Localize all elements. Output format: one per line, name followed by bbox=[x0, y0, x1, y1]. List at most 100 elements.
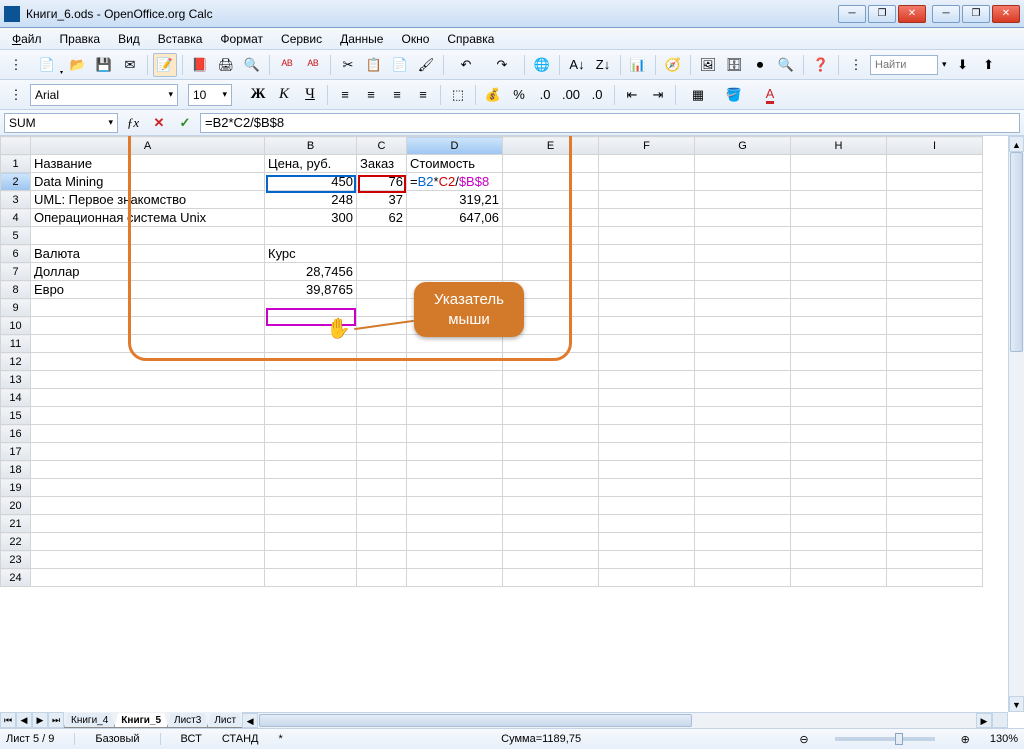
undo-button[interactable]: ↶ bbox=[449, 53, 483, 77]
status-std[interactable]: СТАНД bbox=[222, 733, 259, 745]
increase-indent-button[interactable]: ⇥ bbox=[646, 83, 670, 107]
zoom-out-button[interactable]: ⊖ bbox=[799, 733, 808, 746]
record-button[interactable]: ⏺ bbox=[748, 53, 772, 77]
menu-format[interactable]: Формат bbox=[212, 30, 271, 48]
paste-button[interactable]: 📄 bbox=[388, 53, 412, 77]
chart-button[interactable]: 📊 bbox=[626, 53, 650, 77]
accept-formula-button[interactable]: ✓ bbox=[174, 112, 196, 134]
help-button[interactable]: ❓ bbox=[809, 53, 833, 77]
cell[interactable]: 300 bbox=[265, 209, 357, 227]
align-center-button[interactable]: ≡ bbox=[359, 83, 383, 107]
row-header[interactable]: 1 bbox=[1, 155, 31, 173]
cell[interactable]: 248 bbox=[265, 191, 357, 209]
scroll-up-button[interactable]: ▲ bbox=[1009, 136, 1024, 152]
zoom-slider[interactable] bbox=[835, 737, 935, 741]
col-header-B[interactable]: B bbox=[265, 137, 357, 155]
new-button[interactable]: 📄▾ bbox=[30, 53, 64, 77]
navigator-button[interactable]: 🧭 bbox=[661, 53, 685, 77]
add-decimal-button[interactable]: .00 bbox=[559, 83, 583, 107]
cell-C2[interactable]: 76 bbox=[357, 173, 407, 191]
cell[interactable]: Стоимость bbox=[407, 155, 503, 173]
cancel-formula-button[interactable]: ✕ bbox=[148, 112, 170, 134]
sheet-tab[interactable]: Книги_4 bbox=[64, 713, 115, 728]
select-all-corner[interactable] bbox=[1, 137, 31, 155]
decrease-indent-button[interactable]: ⇤ bbox=[620, 83, 644, 107]
doc-close-button[interactable]: ✕ bbox=[992, 5, 1020, 23]
number-button[interactable]: .0 bbox=[533, 83, 557, 107]
fontcolor-button[interactable]: A bbox=[753, 83, 787, 107]
name-box[interactable]: SUM▾ bbox=[4, 113, 118, 133]
function-wizard-button[interactable]: ƒх bbox=[122, 112, 144, 134]
grid[interactable]: A B C D E F G H I 1 Название Цена, руб. … bbox=[0, 136, 983, 587]
cell[interactable]: Операционная система Unix bbox=[31, 209, 265, 227]
cut-button[interactable]: ✂ bbox=[336, 53, 360, 77]
cell[interactable]: 28,7456 bbox=[265, 263, 357, 281]
font-name-select[interactable]: Arial▾ bbox=[30, 84, 178, 106]
menu-tools[interactable]: Сервис bbox=[273, 30, 330, 48]
borders-button[interactable]: ▦ bbox=[681, 83, 715, 107]
menu-data[interactable]: Данные bbox=[332, 30, 391, 48]
cell[interactable]: Data Mining bbox=[31, 173, 265, 191]
doc-restore-button[interactable]: ❐ bbox=[962, 5, 990, 23]
zoom-in-button[interactable]: ⊕ bbox=[961, 733, 970, 746]
font-size-select[interactable]: 10▾ bbox=[188, 84, 232, 106]
vscroll-thumb[interactable] bbox=[1010, 152, 1023, 352]
datasources-button[interactable]: 🗄 bbox=[722, 53, 746, 77]
cell[interactable]: Евро bbox=[31, 281, 265, 299]
cell[interactable]: UML: Первое знакомство bbox=[31, 191, 265, 209]
cell[interactable]: 319,21 bbox=[407, 191, 503, 209]
sheet-tab[interactable]: Лист3 bbox=[167, 713, 208, 728]
menu-view[interactable]: Вид bbox=[110, 30, 148, 48]
col-header-F[interactable]: F bbox=[599, 137, 695, 155]
cell[interactable]: Доллар bbox=[31, 263, 265, 281]
cell[interactable]: 62 bbox=[357, 209, 407, 227]
percent-button[interactable]: % bbox=[507, 83, 531, 107]
find-next-button[interactable]: ⬇ bbox=[951, 53, 975, 77]
zoom-button[interactable]: 🔍 bbox=[774, 53, 798, 77]
cell[interactable]: Цена, руб. bbox=[265, 155, 357, 173]
currency-button[interactable]: 💰 bbox=[481, 83, 505, 107]
export-pdf-button[interactable]: 📕 bbox=[188, 53, 212, 77]
tab-prev-button[interactable]: ◀ bbox=[16, 712, 32, 728]
formula-input[interactable]: =B2*C2/$B$8 bbox=[200, 113, 1020, 133]
sheet-tab[interactable]: Лист bbox=[207, 713, 243, 728]
scroll-down-button[interactable]: ▼ bbox=[1009, 696, 1024, 712]
col-header-E[interactable]: E bbox=[503, 137, 599, 155]
merge-cells-button[interactable]: ⬚ bbox=[446, 83, 470, 107]
redo-button[interactable]: ↷ bbox=[485, 53, 519, 77]
restore-button[interactable]: ❐ bbox=[868, 5, 896, 23]
scroll-left-button[interactable]: ◀ bbox=[242, 713, 258, 728]
tab-next-button[interactable]: ▶ bbox=[32, 712, 48, 728]
remove-decimal-button[interactable]: .0 bbox=[585, 83, 609, 107]
cell[interactable]: 37 bbox=[357, 191, 407, 209]
vertical-scrollbar[interactable]: ▲ ▼ bbox=[1008, 136, 1024, 712]
col-header-C[interactable]: C bbox=[357, 137, 407, 155]
menu-help[interactable]: Справка bbox=[439, 30, 502, 48]
underline-button[interactable]: Ч bbox=[298, 83, 322, 107]
row-header[interactable]: 3 bbox=[1, 191, 31, 209]
horizontal-scrollbar[interactable]: ◀ ▶ bbox=[242, 712, 992, 728]
autospell-button[interactable]: ᴬᴮ bbox=[301, 53, 325, 77]
col-header-I[interactable]: I bbox=[887, 137, 983, 155]
status-ins[interactable]: ВСТ bbox=[181, 733, 202, 745]
menu-insert[interactable]: Вставка bbox=[150, 30, 211, 48]
find-prev-button[interactable]: ⬆ bbox=[977, 53, 1001, 77]
scroll-right-button[interactable]: ▶ bbox=[976, 713, 992, 728]
menu-file[interactable]: Файл bbox=[4, 30, 50, 48]
open-button[interactable]: 📂 bbox=[66, 53, 90, 77]
sheet-tab-active[interactable]: Книги_5 bbox=[114, 713, 168, 728]
handle3-icon[interactable]: ⋮ bbox=[4, 83, 28, 107]
menu-edit[interactable]: Правка bbox=[52, 30, 109, 48]
cell-B8[interactable]: 39,8765 bbox=[265, 281, 357, 299]
sort-desc-button[interactable]: Z↓ bbox=[591, 53, 615, 77]
format-paint-button[interactable]: 🖌 bbox=[414, 53, 438, 77]
cell[interactable] bbox=[503, 155, 599, 173]
cell-B2[interactable]: 450 bbox=[265, 173, 357, 191]
copy-button[interactable]: 📋 bbox=[362, 53, 386, 77]
handle2-icon[interactable]: ⋮ bbox=[844, 53, 868, 77]
bgcolor-button[interactable]: 🪣 bbox=[717, 83, 751, 107]
hscroll-thumb[interactable] bbox=[259, 714, 692, 727]
italic-button[interactable]: К bbox=[272, 83, 296, 107]
handle-icon[interactable]: ⋮ bbox=[4, 53, 28, 77]
doc-minimize-button[interactable]: ─ bbox=[932, 5, 960, 23]
